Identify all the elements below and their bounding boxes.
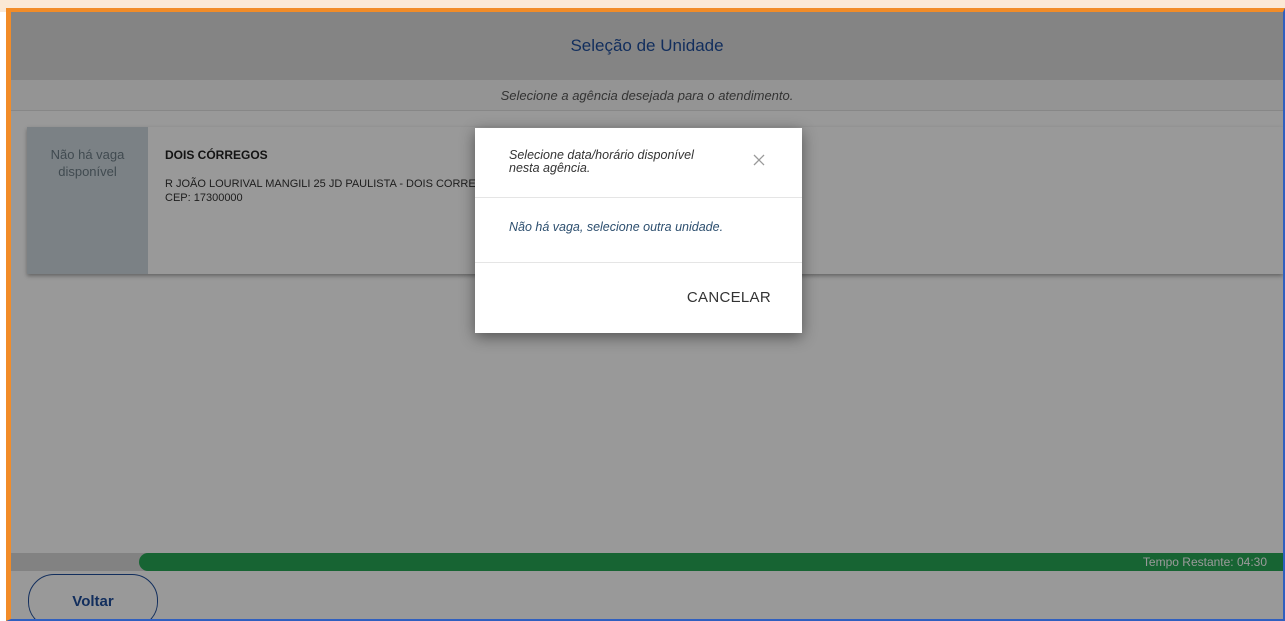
dialog-body: Não há vaga, selecione outra unidade. (475, 198, 802, 263)
dialog-title: Selecione data/horário disponível nesta … (509, 148, 694, 175)
dialog-header: Selecione data/horário disponível nesta … (475, 128, 802, 198)
dialog-message: Não há vaga, selecione outra unidade. (509, 220, 724, 234)
close-icon[interactable] (751, 152, 767, 168)
availability-dialog: Selecione data/horário disponível nesta … (475, 128, 802, 333)
cancel-button[interactable]: CANCELAR (687, 289, 771, 306)
